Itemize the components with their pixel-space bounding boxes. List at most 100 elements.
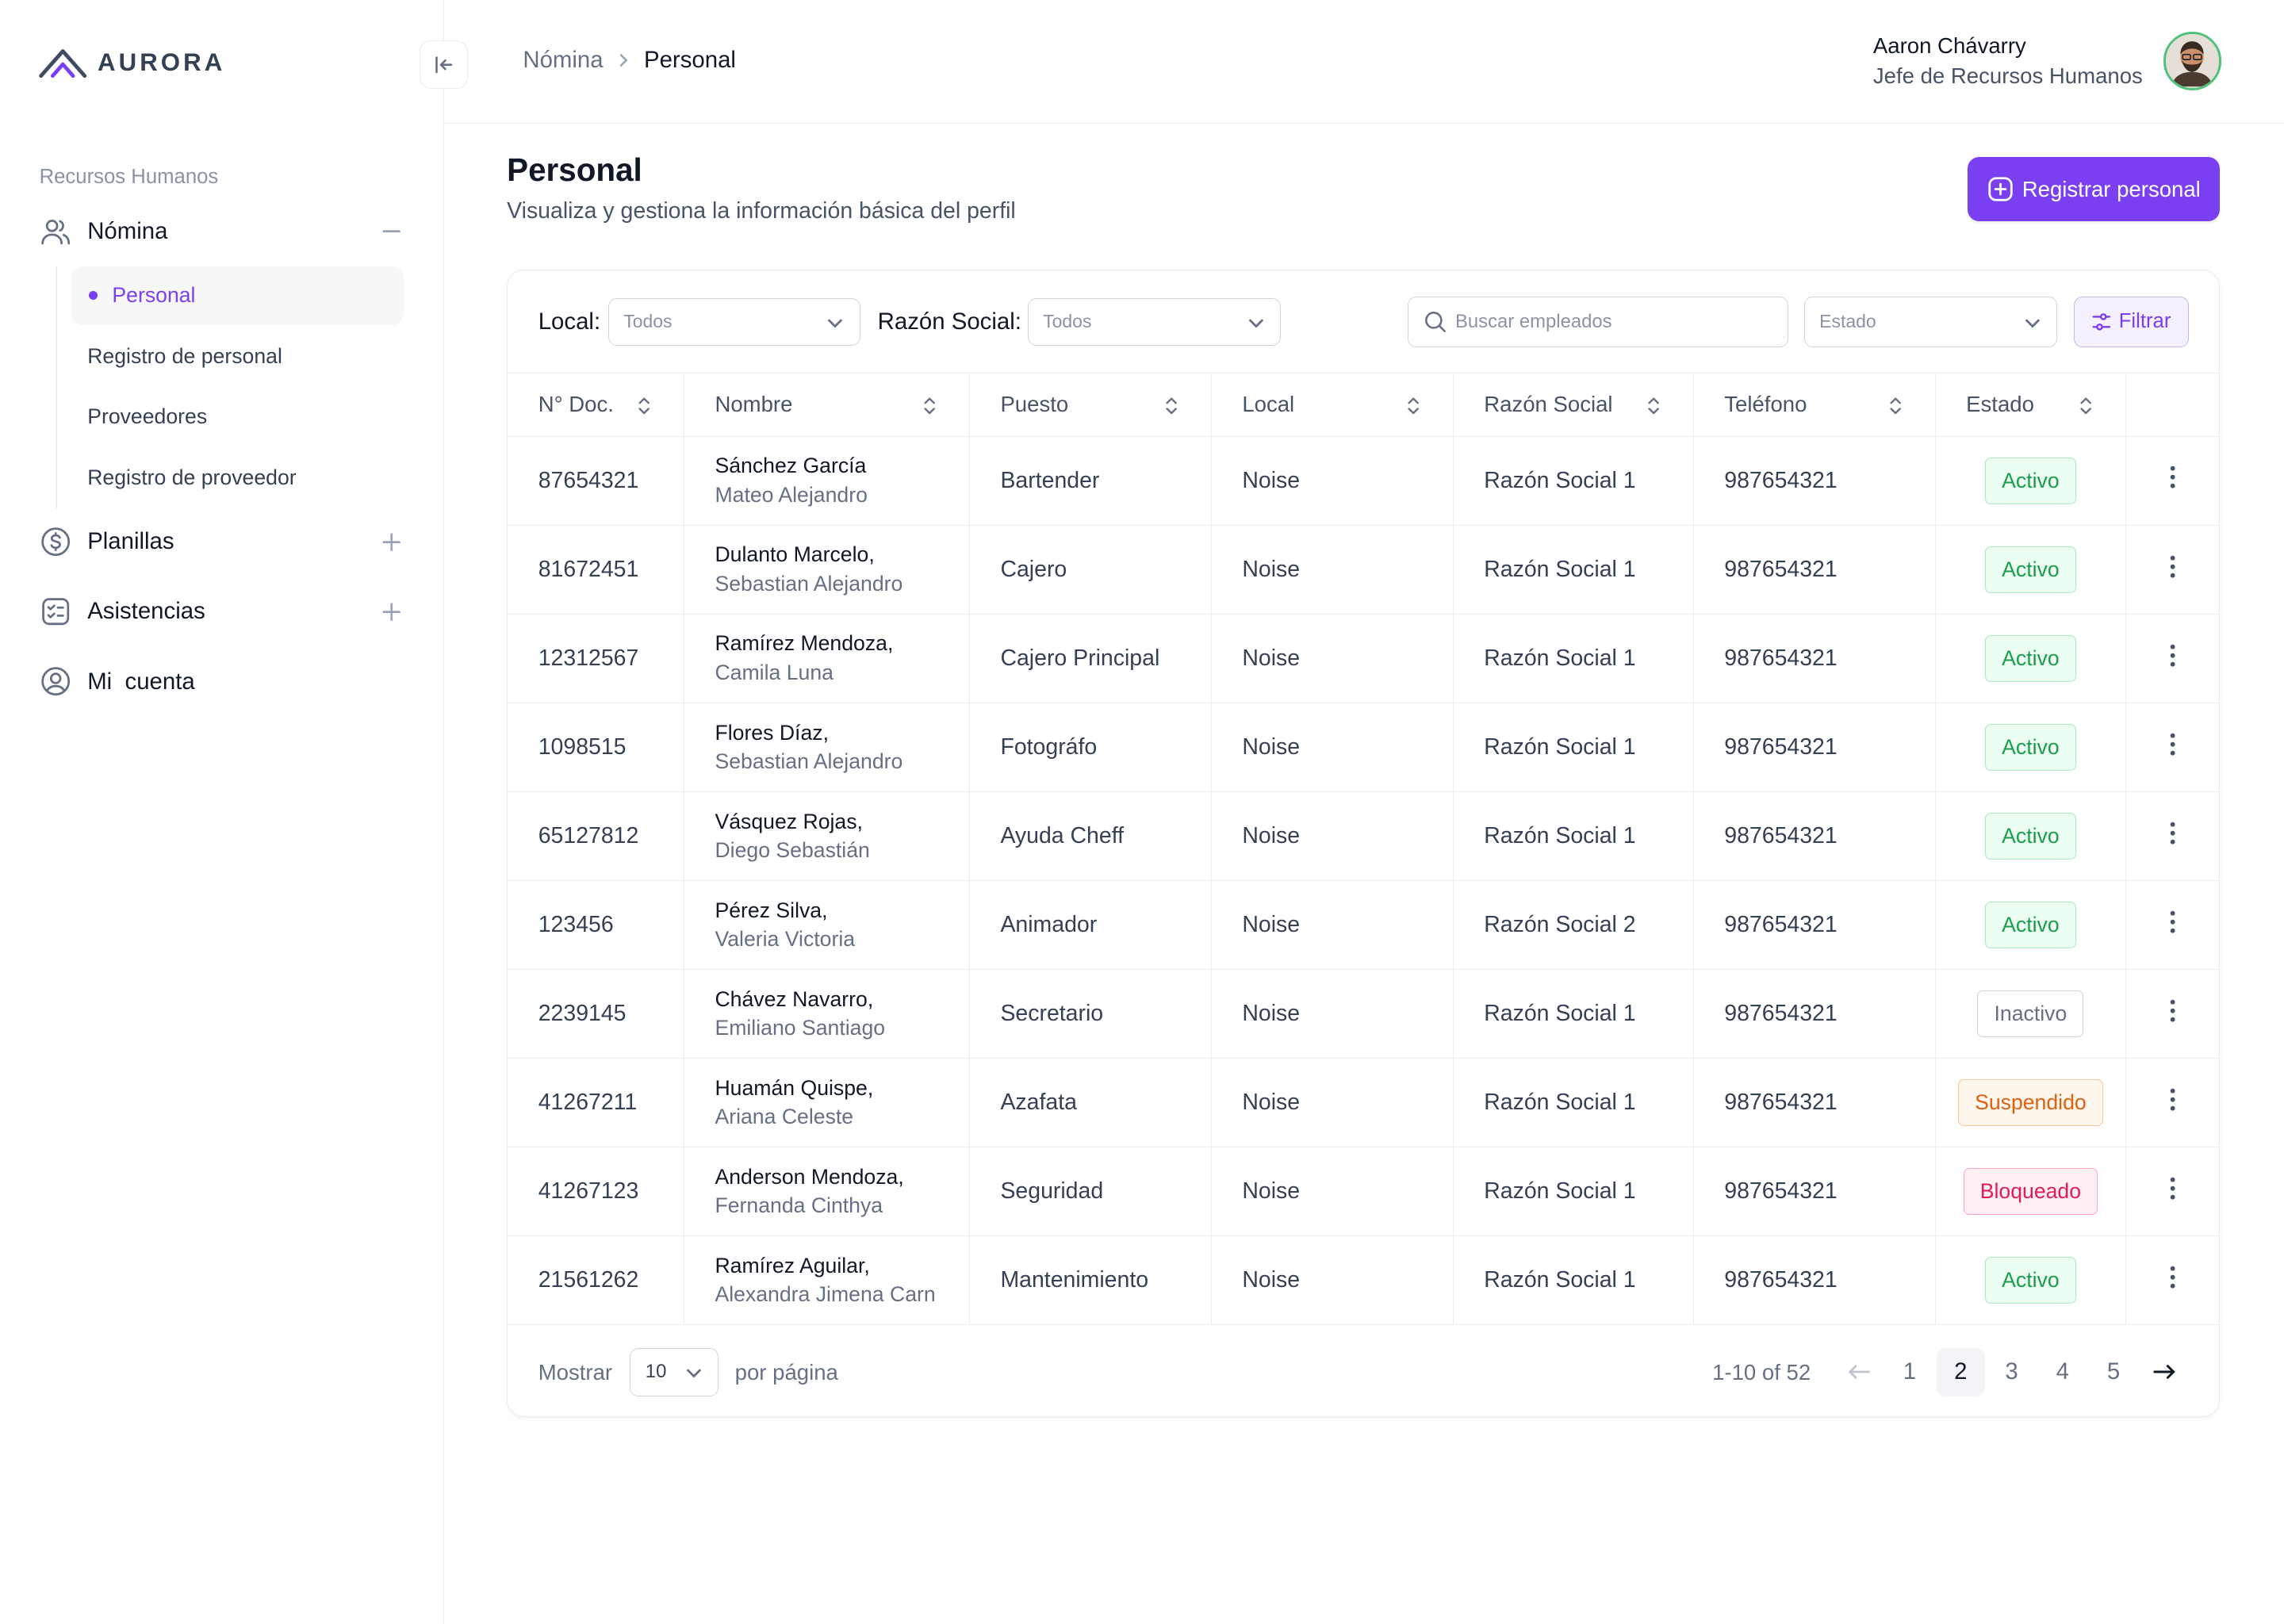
doc-cell: 41267123 bbox=[508, 1147, 684, 1236]
sidebar-item-asistencias[interactable]: Asistencias bbox=[40, 588, 404, 635]
table-row[interactable]: 2239145 Chávez Navarro, Emiliano Santiago S… bbox=[508, 969, 2220, 1059]
page-button-4[interactable]: 4 bbox=[2039, 1348, 2087, 1396]
estado-select[interactable]: Estado bbox=[1803, 296, 2058, 348]
user-menu[interactable]: Aaron Chávarry Jefe de Recursos Humanos bbox=[1873, 32, 2221, 90]
filter-button-label: Filtrar bbox=[2118, 310, 2171, 333]
employee-given-names: Sebastian Alejandro bbox=[715, 572, 903, 596]
doc-cell: 87654321 bbox=[508, 436, 684, 526]
sidebar: AURORA Recursos Humanos Nómina Personal … bbox=[0, 0, 445, 1624]
page-button-5[interactable]: 5 bbox=[2090, 1348, 2138, 1396]
sort-icon bbox=[922, 396, 937, 416]
row-actions-button[interactable] bbox=[2125, 791, 2220, 881]
employee-surname: Ramírez Aguilar, bbox=[715, 1253, 870, 1277]
prev-page-button[interactable] bbox=[1834, 1348, 1883, 1396]
sidebar-item-planillas[interactable]: Planillas bbox=[40, 519, 404, 565]
row-actions-button[interactable] bbox=[2125, 880, 2220, 970]
column-header[interactable]: Razón Social bbox=[1453, 373, 1694, 437]
row-actions-button[interactable] bbox=[2125, 1058, 2220, 1147]
arrow-left-icon bbox=[1847, 1363, 1870, 1381]
name-cell: Flores Díaz, Sebastian Alejandro bbox=[684, 703, 970, 792]
table-row[interactable]: 21561262 Ramírez Aguilar, Alexandra Jimena… bbox=[508, 1235, 2220, 1325]
sidebar-item-mi-cuenta[interactable]: Mi cuenta bbox=[40, 658, 404, 705]
page-button-1[interactable]: 1 bbox=[1886, 1348, 1934, 1396]
row-actions-button[interactable] bbox=[2125, 1147, 2220, 1236]
collapse-minus-icon[interactable] bbox=[380, 220, 403, 243]
razon-social-select[interactable]: Todos bbox=[1027, 297, 1282, 347]
next-page-button[interactable] bbox=[2140, 1348, 2189, 1396]
avatar[interactable] bbox=[2163, 32, 2221, 90]
column-header[interactable]: Local bbox=[1211, 373, 1454, 437]
row-actions-button[interactable] bbox=[2125, 703, 2220, 792]
row-actions-button[interactable] bbox=[2125, 1235, 2220, 1325]
show-label: Mostrar bbox=[538, 1359, 613, 1385]
row-actions-button[interactable] bbox=[2125, 436, 2220, 526]
status-badge: Activo bbox=[1984, 812, 2076, 860]
puesto-cell: Seguridad bbox=[969, 1147, 1212, 1236]
table-row[interactable]: 81672451 Dulanto Marcelo, Sebastian Alejan… bbox=[508, 525, 2220, 615]
doc-cell: 2239145 bbox=[508, 969, 684, 1059]
column-header[interactable]: Estado bbox=[1935, 373, 2127, 437]
sidebar-subitem-personal[interactable]: Personal bbox=[71, 266, 404, 325]
search-placeholder: Buscar empleados bbox=[1454, 310, 1612, 332]
expand-plus-icon[interactable] bbox=[380, 600, 403, 623]
table-row[interactable]: 12312567 Ramírez Mendoza, Camila Luna Cajer… bbox=[508, 614, 2220, 703]
local-select-value: Todos bbox=[623, 311, 673, 332]
table-row[interactable]: 1098515 Flores Díaz, Sebastian Alejandro Fo… bbox=[508, 703, 2220, 792]
column-header[interactable]: Nombre bbox=[684, 373, 970, 437]
user-circle-icon bbox=[40, 665, 71, 697]
per-page-select[interactable]: 10 bbox=[630, 1347, 719, 1396]
user-role: Jefe de Recursos Humanos bbox=[1872, 63, 2143, 88]
sidebar-item-label: Asistencias bbox=[87, 598, 205, 625]
employee-given-names: Valeria Victoria bbox=[715, 927, 856, 952]
table-row[interactable]: 41267211 Huamán Quispe, Ariana Celeste Azaf… bbox=[508, 1058, 2220, 1147]
sidebar-item-label: Nómina bbox=[87, 218, 168, 245]
row-actions-button[interactable] bbox=[2125, 614, 2220, 703]
expand-plus-icon[interactable] bbox=[380, 530, 403, 553]
telefono-cell: 987654321 bbox=[1693, 969, 1936, 1059]
sidebar-subitem-registro-proveedor[interactable]: Registro de proveedor bbox=[71, 449, 404, 507]
doc-cell: 41267211 bbox=[508, 1058, 684, 1147]
row-actions-button[interactable] bbox=[2125, 525, 2220, 615]
doc-cell: 1098515 bbox=[508, 703, 684, 792]
local-select[interactable]: Todos bbox=[607, 297, 860, 347]
column-header[interactable]: N° Doc. bbox=[508, 373, 684, 437]
puesto-cell: Azafata bbox=[969, 1058, 1212, 1147]
employee-given-names: Diego Sebastián bbox=[715, 838, 870, 863]
users-icon bbox=[40, 216, 71, 247]
status-cell: Activo bbox=[1935, 436, 2127, 526]
employees-card: Local: Todos Razón Social: Todos Buscar … bbox=[507, 269, 2221, 1418]
razon-social-cell: Razón Social 2 bbox=[1453, 880, 1694, 970]
kebab-menu-icon bbox=[2170, 644, 2175, 667]
table-row[interactable]: 123456 Pérez Silva, Valeria Victoria Animad… bbox=[508, 880, 2220, 970]
employee-given-names: Camila Luna bbox=[715, 661, 834, 685]
collapse-sidebar-button[interactable] bbox=[419, 40, 468, 90]
search-input[interactable]: Buscar empleados bbox=[1408, 296, 1788, 348]
column-header[interactable]: Teléfono bbox=[1693, 373, 1936, 437]
breadcrumb-nomina[interactable]: Nómina bbox=[523, 47, 603, 74]
filters-bar: Local: Todos Razón Social: Todos Buscar … bbox=[508, 270, 2220, 374]
chevron-down-icon bbox=[2023, 313, 2042, 332]
page-button-2[interactable]: 2 bbox=[1936, 1347, 1985, 1396]
top-bar: Nómina Personal Aaron Chávarry Jefe de R… bbox=[444, 0, 2284, 124]
filter-button[interactable]: Filtrar bbox=[2073, 296, 2189, 348]
sidebar-item-nomina[interactable]: Nómina bbox=[40, 209, 404, 255]
sidebar-subitem-proveedores[interactable]: Proveedores bbox=[71, 388, 404, 446]
brand-logo[interactable]: AURORA bbox=[38, 47, 226, 79]
table-row[interactable]: 65127812 Vásquez Rojas, Diego Sebastián Ayu… bbox=[508, 791, 2220, 881]
kebab-menu-icon bbox=[2170, 1088, 2175, 1111]
employee-surname: Chávez Navarro, bbox=[715, 986, 874, 1011]
status-cell: Activo bbox=[1935, 791, 2127, 881]
sidebar-subitem-registro-personal[interactable]: Registro de personal bbox=[71, 327, 404, 385]
column-header[interactable]: Puesto bbox=[969, 373, 1212, 437]
puesto-cell: Cajero Principal bbox=[969, 614, 1212, 703]
local-cell: Noise bbox=[1211, 703, 1454, 792]
sidebar-subitem-label: Personal bbox=[112, 283, 196, 308]
row-actions-button[interactable] bbox=[2125, 969, 2220, 1059]
page-button-3[interactable]: 3 bbox=[1987, 1348, 2036, 1396]
table-header-row: N° Doc. Nombre Puesto Local Razón Social Telé… bbox=[508, 373, 2220, 437]
kebab-menu-icon bbox=[2170, 1266, 2175, 1289]
table-row[interactable]: 87654321 Sánchez García Mateo Alejandro Bar… bbox=[508, 436, 2220, 526]
per-page-label: por página bbox=[734, 1359, 838, 1385]
register-personal-button[interactable]: Registrar personal bbox=[1968, 157, 2221, 222]
table-row[interactable]: 41267123 Anderson Mendoza, Fernanda Cinthy… bbox=[508, 1147, 2220, 1236]
